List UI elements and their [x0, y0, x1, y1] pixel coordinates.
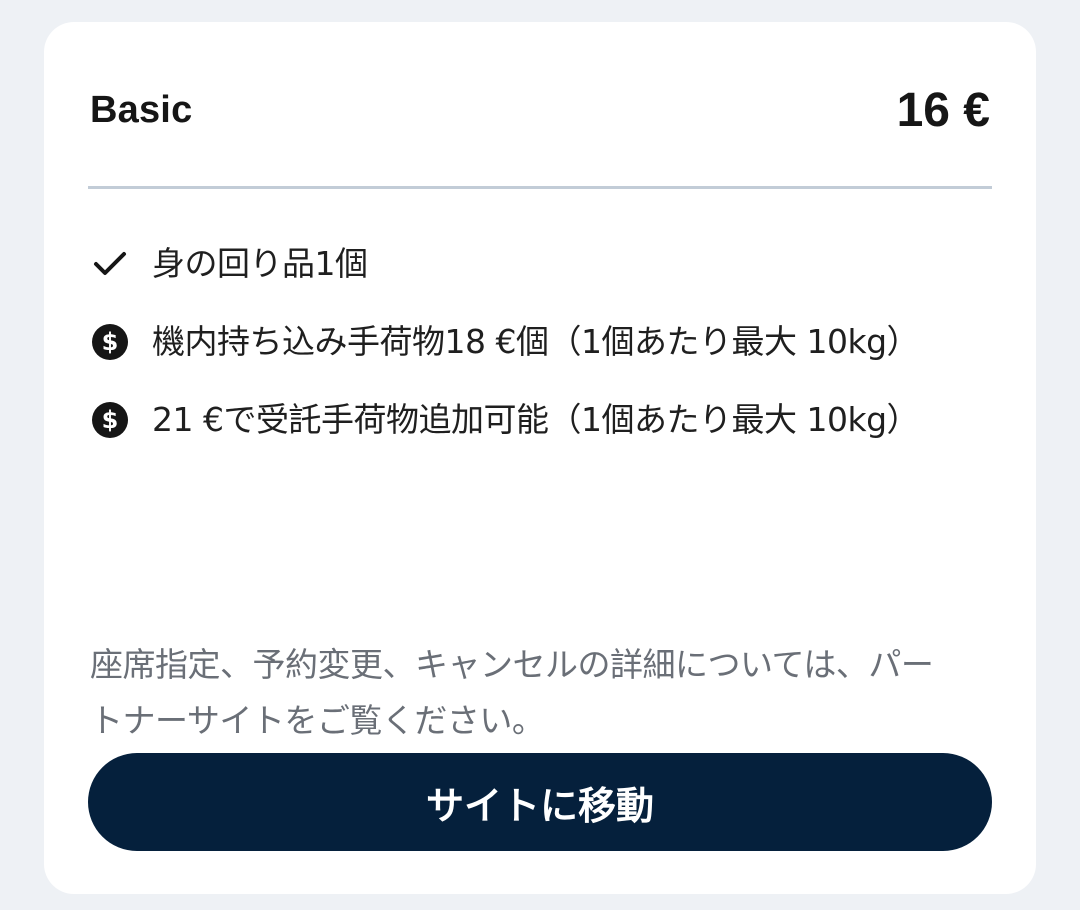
feature-text: 21 €で受託手荷物追加可能（1個あたり最大 10kg）	[152, 400, 920, 439]
partner-site-note: 座席指定、予約変更、キャンセルの詳細については、パートナーサイトをご覧ください。	[90, 645, 934, 740]
fare-card: Basic 16 € 身の回り品1個 $ 機内持ち込み手荷物18 €個（1個あた…	[44, 22, 1036, 894]
feature-list: 身の回り品1個 $ 機内持ち込み手荷物18 €個（1個あたり最大 10kg） $…	[90, 236, 920, 470]
feature-item: $ 機内持ち込み手荷物18 €個（1個あたり最大 10kg）	[90, 314, 920, 370]
feature-item: $ 21 €で受託手荷物追加可能（1個あたり最大 10kg）	[90, 392, 920, 448]
dollar-coin-icon: $	[90, 400, 130, 440]
fare-header: Basic 16 €	[90, 78, 990, 142]
go-to-site-button[interactable]: サイトに移動	[88, 753, 992, 851]
svg-text:$: $	[102, 406, 119, 434]
fare-price: 16 €	[896, 83, 990, 137]
dollar-coin-icon: $	[90, 322, 130, 362]
feature-text: 機内持ち込み手荷物18 €個（1個あたり最大 10kg）	[152, 322, 920, 361]
check-icon	[90, 244, 130, 284]
feature-item: 身の回り品1個	[90, 236, 910, 292]
feature-text: 身の回り品1個	[152, 244, 368, 283]
fare-name: Basic	[90, 88, 193, 131]
divider	[88, 186, 992, 189]
svg-text:$: $	[102, 328, 119, 356]
